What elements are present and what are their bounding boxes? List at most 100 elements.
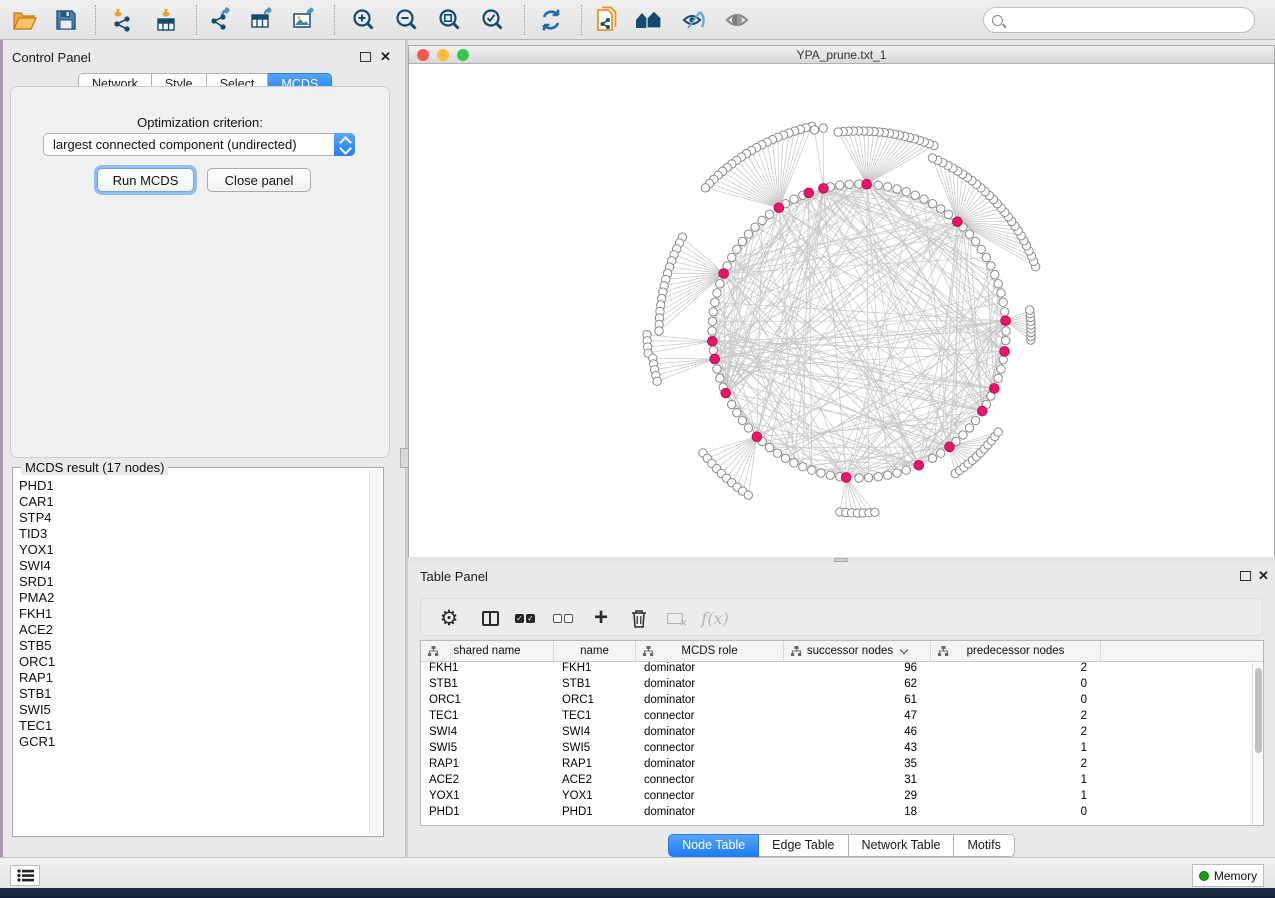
result-node-item[interactable]: YOX1 bbox=[19, 542, 365, 558]
column-layout-icon[interactable] bbox=[474, 602, 506, 634]
table-cell[interactable]: ACE2 bbox=[421, 774, 554, 790]
table-cell[interactable]: connector bbox=[636, 710, 784, 726]
table-cell[interactable]: 0 bbox=[931, 678, 1101, 694]
table-row[interactable]: FKH1FKH1dominator962 bbox=[421, 662, 1263, 678]
result-node-item[interactable]: PMA2 bbox=[19, 590, 365, 606]
hide-details-icon[interactable] bbox=[677, 4, 711, 36]
show-details-icon[interactable] bbox=[720, 4, 754, 36]
table-cell[interactable]: ORC1 bbox=[554, 694, 636, 710]
table-cell[interactable]: RAP1 bbox=[421, 758, 554, 774]
table-cell[interactable]: dominator bbox=[636, 726, 784, 742]
table-cell[interactable]: 2 bbox=[931, 662, 1101, 678]
table-cell[interactable]: PHD1 bbox=[421, 806, 554, 822]
table-cell[interactable]: 61 bbox=[784, 694, 931, 710]
table-cell[interactable]: 47 bbox=[784, 710, 931, 726]
zoom-fit-icon[interactable] bbox=[433, 4, 467, 36]
column-header-name[interactable]: name bbox=[554, 641, 636, 661]
table-cell[interactable]: dominator bbox=[636, 662, 784, 678]
result-node-item[interactable]: STB1 bbox=[19, 686, 365, 702]
result-node-item[interactable]: PHD1 bbox=[19, 478, 365, 494]
search-input[interactable] bbox=[1003, 13, 1254, 27]
result-node-item[interactable]: RAP1 bbox=[19, 670, 365, 686]
tab-edge-table[interactable]: Edge Table bbox=[759, 834, 848, 857]
table-cell[interactable]: FKH1 bbox=[554, 662, 636, 678]
result-node-item[interactable]: TID3 bbox=[19, 526, 365, 542]
table-cell[interactable]: 2 bbox=[931, 758, 1101, 774]
import-table-icon[interactable] bbox=[149, 4, 183, 36]
table-cell[interactable]: 1 bbox=[931, 790, 1101, 806]
result-node-item[interactable]: GCR1 bbox=[19, 734, 365, 750]
table-scrollbar[interactable] bbox=[1252, 663, 1263, 825]
table-cell[interactable]: 1 bbox=[931, 774, 1101, 790]
tab-network-table[interactable]: Network Table bbox=[849, 834, 955, 857]
save-session-icon[interactable] bbox=[49, 4, 83, 36]
result-node-item[interactable]: TEC1 bbox=[19, 718, 365, 734]
refresh-layout-icon[interactable] bbox=[534, 4, 568, 36]
horizontal-splitter-handle[interactable] bbox=[834, 558, 848, 562]
table-cell[interactable]: STB1 bbox=[421, 678, 554, 694]
column-header-successor-nodes[interactable]: successor nodes bbox=[784, 641, 931, 661]
float-panel-icon[interactable] bbox=[360, 52, 371, 62]
table-row[interactable]: ORC1ORC1dominator610 bbox=[421, 694, 1263, 710]
table-row[interactable]: SWI4SWI4dominator462 bbox=[421, 726, 1263, 742]
memory-button[interactable]: Memory bbox=[1192, 864, 1264, 887]
table-cell[interactable]: dominator bbox=[636, 806, 784, 822]
deselect-all-icon[interactable] bbox=[547, 602, 579, 634]
export-network-icon[interactable] bbox=[205, 4, 239, 36]
result-node-item[interactable]: CAR1 bbox=[19, 494, 365, 510]
column-header-predecessor-nodes[interactable]: predecessor nodes bbox=[931, 641, 1101, 661]
select-all-icon[interactable]: ✓✓ bbox=[509, 602, 541, 634]
column-header-MCDS-role[interactable]: MCDS role bbox=[636, 641, 784, 661]
export-image-icon[interactable] bbox=[288, 4, 322, 36]
result-node-item[interactable]: STP4 bbox=[19, 510, 365, 526]
network-canvas[interactable] bbox=[409, 64, 1274, 557]
table-row[interactable]: PHD1PHD1dominator180 bbox=[421, 806, 1263, 822]
result-node-item[interactable]: STB5 bbox=[19, 638, 365, 654]
result-node-item[interactable]: SRD1 bbox=[19, 574, 365, 590]
column-header-shared-name[interactable]: shared name bbox=[421, 641, 554, 661]
table-cell[interactable]: TEC1 bbox=[554, 710, 636, 726]
table-cell[interactable]: connector bbox=[636, 742, 784, 758]
close-panel-button[interactable]: Close panel bbox=[207, 168, 311, 192]
table-cell[interactable]: 1 bbox=[931, 742, 1101, 758]
result-list-scrollbar[interactable] bbox=[369, 470, 381, 834]
table-cell[interactable]: 62 bbox=[784, 678, 931, 694]
close-panel-icon[interactable]: ✕ bbox=[380, 51, 391, 62]
table-cell[interactable]: dominator bbox=[636, 694, 784, 710]
table-cell[interactable]: dominator bbox=[636, 678, 784, 694]
table-cell[interactable]: 2 bbox=[931, 726, 1101, 742]
table-row[interactable]: ACE2ACE2connector311 bbox=[421, 774, 1263, 790]
add-column-icon[interactable]: + bbox=[585, 602, 617, 634]
open-file-icon[interactable] bbox=[8, 4, 42, 36]
result-node-item[interactable]: SWI4 bbox=[19, 558, 365, 574]
run-mcds-button[interactable]: Run MCDS bbox=[97, 168, 194, 192]
table-cell[interactable]: 0 bbox=[931, 806, 1101, 822]
result-node-item[interactable]: SWI5 bbox=[19, 702, 365, 718]
result-node-item[interactable]: ACE2 bbox=[19, 622, 365, 638]
tab-node-table[interactable]: Node Table bbox=[668, 834, 759, 857]
table-float-icon[interactable] bbox=[1240, 571, 1251, 581]
table-cell[interactable]: 35 bbox=[784, 758, 931, 774]
table-cell[interactable]: YOX1 bbox=[421, 790, 554, 806]
table-close-icon[interactable]: ✕ bbox=[1258, 570, 1269, 581]
task-history-button[interactable] bbox=[10, 865, 40, 886]
tab-motifs[interactable]: Motifs bbox=[954, 834, 1014, 857]
result-node-item[interactable]: FKH1 bbox=[19, 606, 365, 622]
table-cell[interactable]: 2 bbox=[931, 710, 1101, 726]
result-node-item[interactable]: ORC1 bbox=[19, 654, 365, 670]
delete-column-icon[interactable] bbox=[623, 602, 655, 634]
table-cell[interactable]: SWI4 bbox=[421, 726, 554, 742]
import-network-icon[interactable] bbox=[106, 4, 140, 36]
settings-gear-icon[interactable]: ⚙ bbox=[433, 602, 465, 634]
table-cell[interactable]: 46 bbox=[784, 726, 931, 742]
table-cell[interactable]: SWI4 bbox=[554, 726, 636, 742]
table-row[interactable]: TEC1TEC1connector472 bbox=[421, 710, 1263, 726]
clone-network-icon[interactable] bbox=[590, 4, 624, 36]
table-cell[interactable]: 0 bbox=[931, 694, 1101, 710]
table-cell[interactable]: YOX1 bbox=[554, 790, 636, 806]
table-cell[interactable]: 18 bbox=[784, 806, 931, 822]
table-cell[interactable]: connector bbox=[636, 790, 784, 806]
export-table-icon[interactable] bbox=[246, 4, 280, 36]
table-cell[interactable]: ORC1 bbox=[421, 694, 554, 710]
table-cell[interactable]: 96 bbox=[784, 662, 931, 678]
